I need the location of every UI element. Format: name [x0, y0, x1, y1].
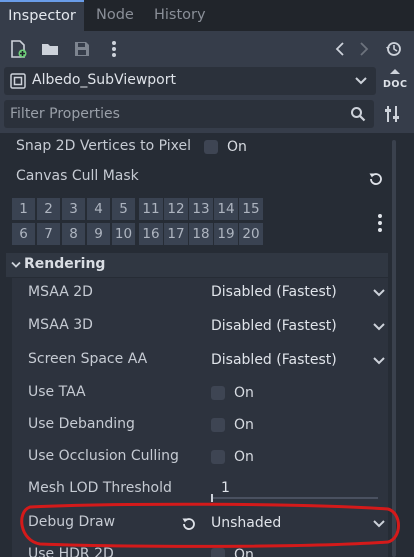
doc-label: DOC — [383, 79, 408, 90]
prop-label-snap-2d: Snap 2D Vertices to Pixel — [16, 138, 191, 154]
object-history-icon[interactable] — [384, 39, 404, 59]
debug-draw-dropdown[interactable]: Unshaded — [211, 515, 281, 531]
cull-layer-13[interactable]: 13 — [189, 198, 213, 220]
use-hdr-2d-checkbox[interactable] — [211, 548, 225, 557]
new-resource-icon[interactable] — [8, 39, 28, 59]
revert-icon[interactable] — [181, 515, 197, 531]
filter-properties-input[interactable]: Filter Properties — [4, 100, 374, 128]
prop-label-canvas-cull-mask: Canvas Cull Mask — [16, 168, 139, 184]
cull-layer-17[interactable]: 17 — [164, 223, 188, 245]
prop-label-use-debanding: Use Debanding — [28, 416, 135, 432]
dock-tab-bar: Inspector Node History — [0, 0, 414, 31]
cull-layer-7[interactable]: 7 — [37, 223, 60, 245]
cull-layer-12[interactable]: 12 — [164, 198, 188, 220]
prop-label-use-hdr-2d: Use HDR 2D — [28, 546, 114, 557]
cull-layer-10[interactable]: 10 — [112, 223, 135, 245]
cull-layer-18[interactable]: 18 — [189, 223, 213, 245]
cull-layer-5[interactable]: 5 — [112, 198, 135, 220]
kebab-menu-icon[interactable] — [104, 39, 124, 59]
open-documentation-button[interactable]: DOC — [380, 67, 410, 95]
cull-layer-11[interactable]: 11 — [139, 198, 163, 220]
chevron-down-icon — [10, 259, 22, 271]
prop-label-msaa-3d: MSAA 3D — [28, 317, 93, 333]
use-debanding-checkbox[interactable] — [211, 418, 225, 432]
inspector-toolbar — [0, 31, 414, 67]
chevron-down-icon — [354, 74, 368, 88]
cull-layer-14[interactable]: 14 — [214, 198, 238, 220]
prop-label-mesh-lod-threshold: Mesh LOD Threshold — [28, 480, 172, 496]
cull-layer-2[interactable]: 2 — [37, 198, 60, 220]
msaa-2d-dropdown[interactable]: Disabled (Fastest) — [211, 284, 337, 300]
open-folder-icon[interactable] — [40, 39, 60, 59]
cull-layer-19[interactable]: 19 — [214, 223, 238, 245]
cull-mask-menu-icon[interactable] — [372, 212, 388, 234]
back-arrow-icon[interactable] — [330, 39, 350, 59]
cull-layer-16[interactable]: 16 — [139, 223, 163, 245]
cull-layer-20[interactable]: 20 — [239, 223, 263, 245]
use-taa-checkbox[interactable] — [211, 386, 225, 400]
search-icon — [350, 106, 366, 122]
prop-label-use-taa: Use TAA — [28, 384, 86, 400]
slider-grabber[interactable] — [211, 494, 213, 502]
mesh-lod-threshold-value[interactable]: 1 — [221, 480, 230, 496]
tools-icon[interactable] — [382, 104, 402, 124]
save-icon[interactable] — [72, 39, 92, 59]
prop-label-screen-space-aa: Screen Space AA — [28, 351, 148, 367]
use-taa-value: On — [234, 385, 254, 401]
rendering-title: Rendering — [24, 256, 106, 272]
tab-node[interactable]: Node — [96, 0, 134, 31]
cull-layer-3[interactable]: 3 — [62, 198, 85, 220]
cull-layer-8[interactable]: 8 — [62, 223, 85, 245]
chevron-down-icon — [372, 286, 386, 300]
revert-icon[interactable] — [368, 170, 384, 186]
snap-2d-value: On — [227, 139, 247, 155]
screen-space-aa-dropdown[interactable]: Disabled (Fastest) — [211, 352, 337, 368]
chevron-down-icon — [372, 517, 386, 531]
use-occlusion-culling-checkbox[interactable] — [211, 450, 225, 464]
cull-layer-9[interactable]: 9 — [87, 223, 110, 245]
msaa-3d-dropdown[interactable]: Disabled (Fastest) — [211, 318, 337, 334]
use-hdr-2d-value: On — [234, 547, 254, 557]
cull-layer-1[interactable]: 1 — [12, 198, 35, 220]
use-occlusion-culling-value: On — [234, 449, 254, 465]
filter-placeholder: Filter Properties — [10, 106, 120, 122]
scrollbar[interactable] — [392, 140, 396, 557]
tab-history[interactable]: History — [154, 0, 206, 31]
prop-label-debug-draw: Debug Draw — [28, 514, 116, 530]
snap-2d-checkbox[interactable] — [204, 140, 218, 154]
chevron-down-icon — [372, 354, 386, 368]
object-name: Albedo_SubViewport — [32, 72, 176, 88]
cull-layer-6[interactable]: 6 — [12, 223, 35, 245]
rendering-section-header[interactable]: Rendering — [6, 253, 388, 277]
mesh-lod-threshold-slider[interactable] — [211, 497, 378, 499]
subviewport-icon — [10, 73, 26, 89]
prop-label-msaa-2d: MSAA 2D — [28, 284, 93, 300]
object-selector[interactable]: Albedo_SubViewport — [4, 67, 376, 95]
tab-inspector[interactable]: Inspector — [0, 0, 84, 31]
use-debanding-value: On — [234, 417, 254, 433]
forward-arrow-icon[interactable] — [354, 39, 374, 59]
prop-label-use-occlusion-culling: Use Occlusion Culling — [28, 448, 179, 464]
cull-layer-4[interactable]: 4 — [87, 198, 110, 220]
chevron-down-icon — [372, 320, 386, 334]
cull-layer-15[interactable]: 15 — [239, 198, 263, 220]
